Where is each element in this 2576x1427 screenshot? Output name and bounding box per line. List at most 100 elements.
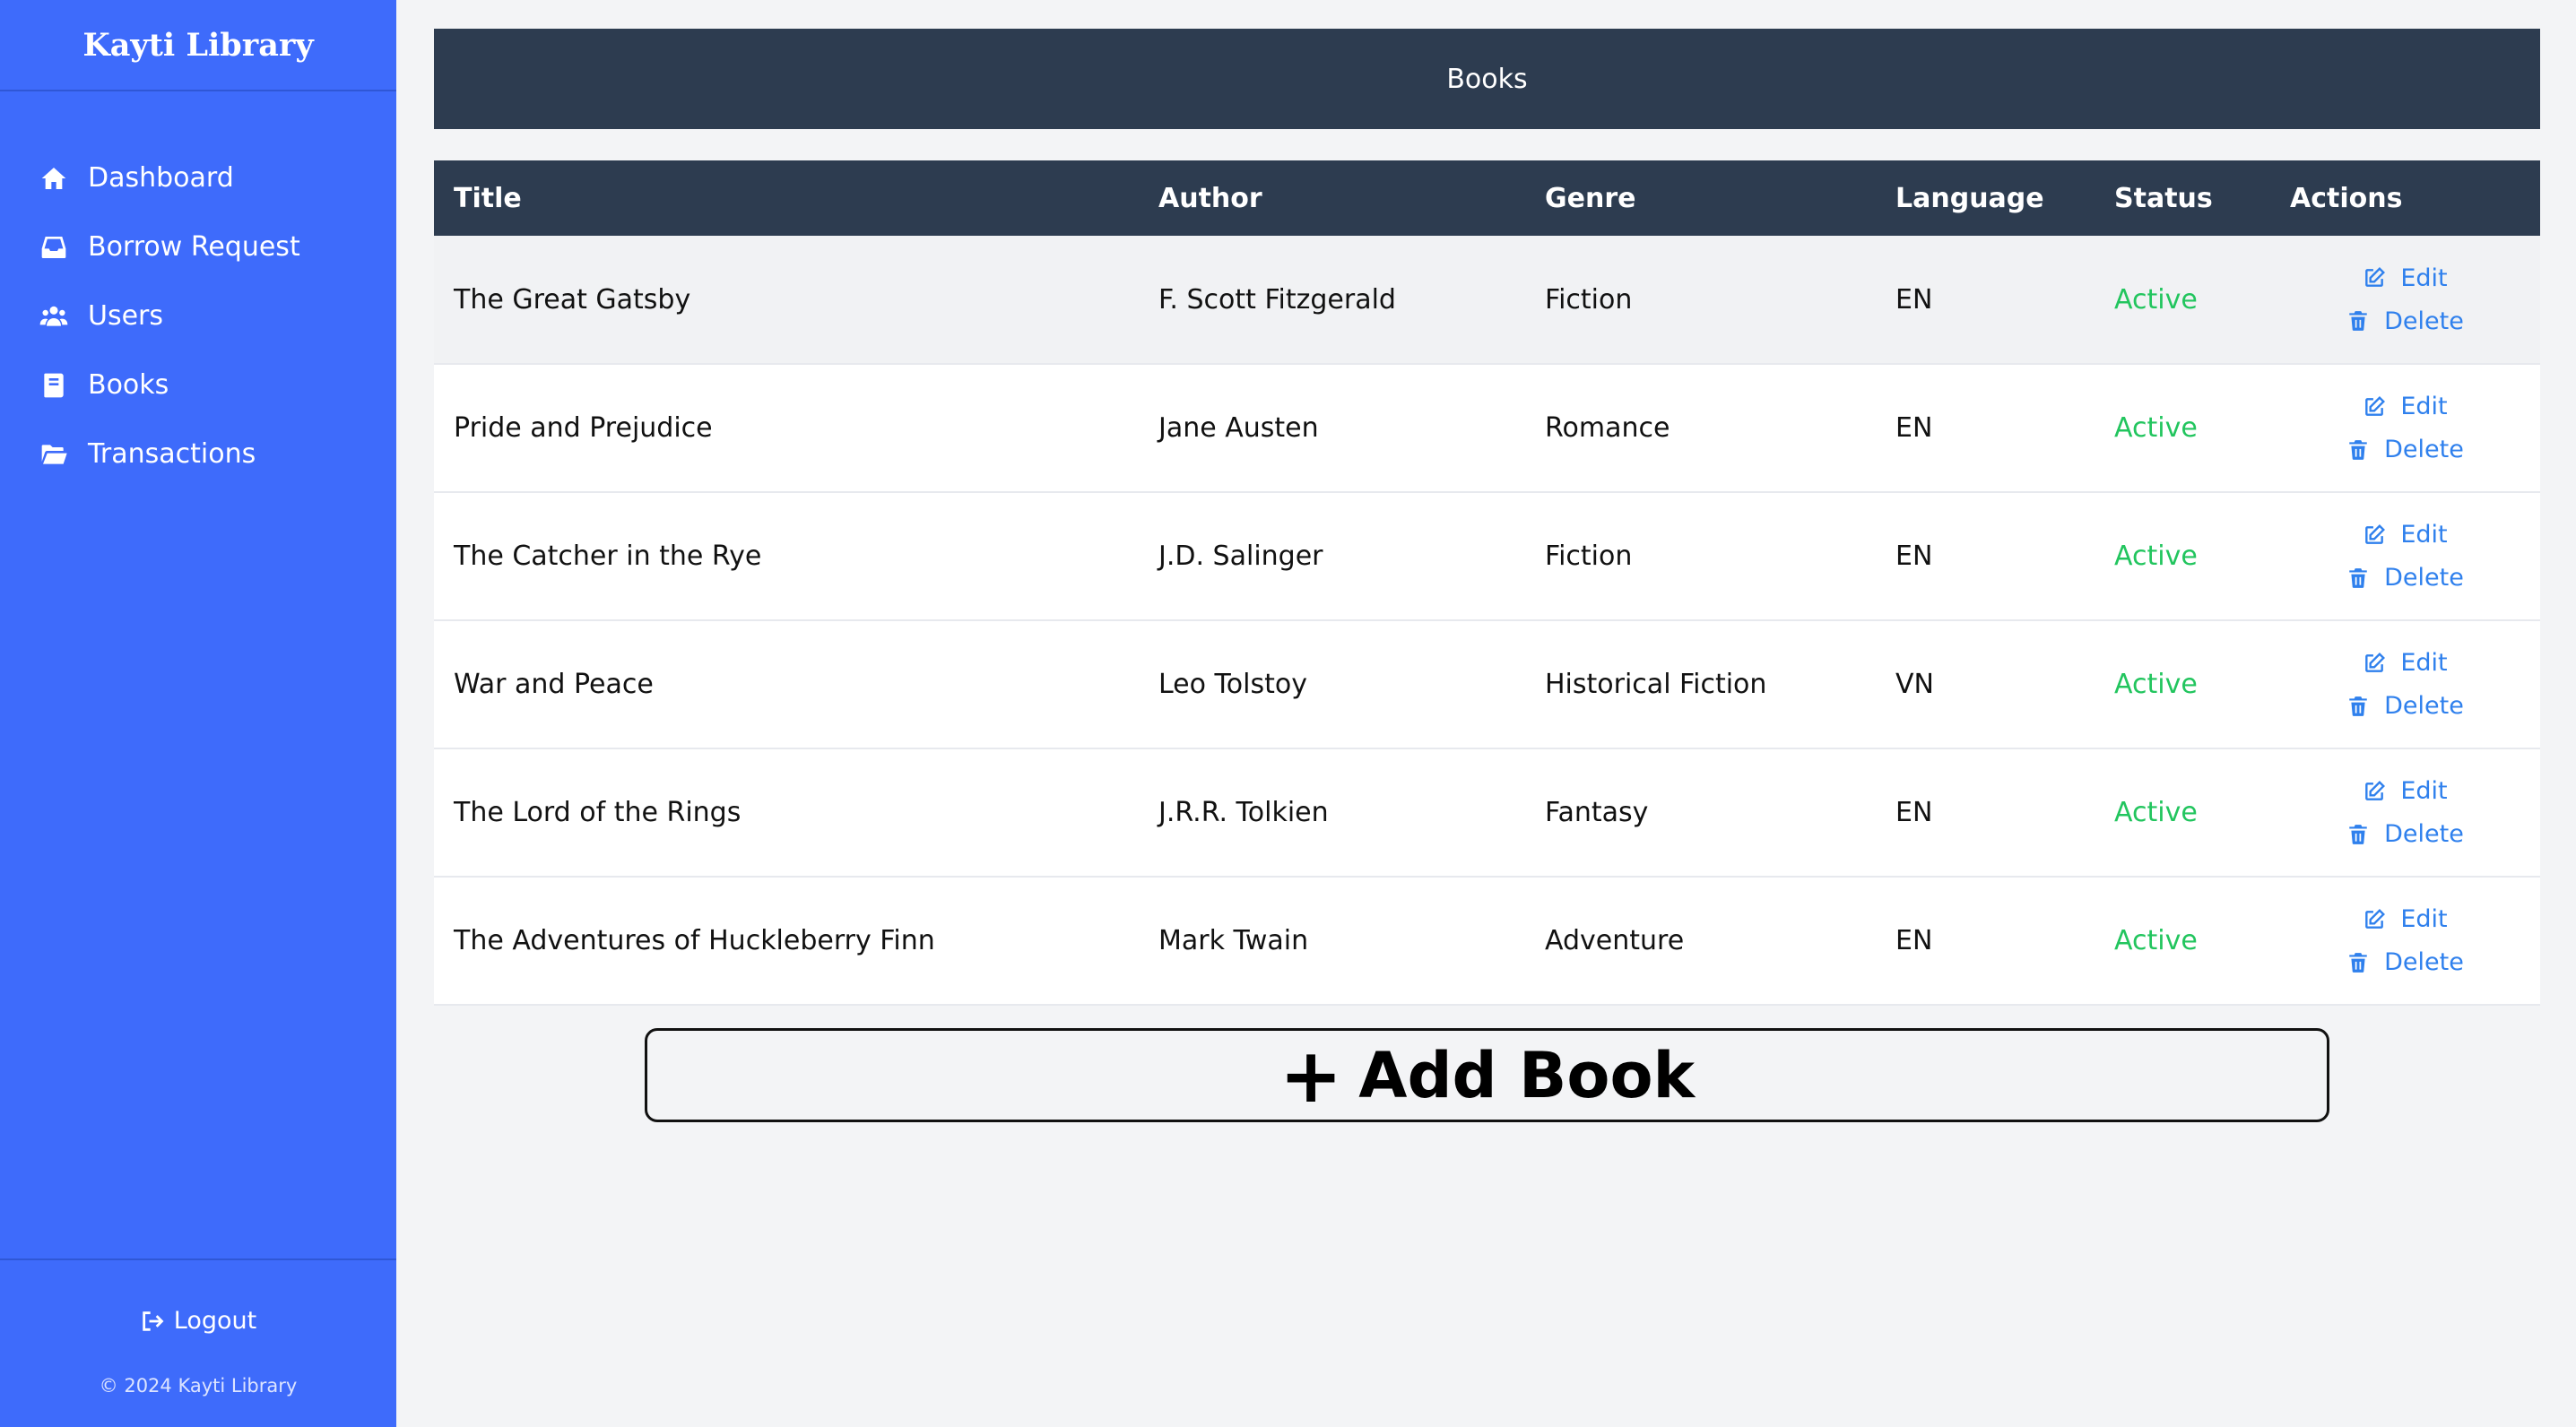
cell-title: War and Peace (454, 669, 654, 700)
sidebar-footer: Logout © 2024 Kayti Library (0, 1258, 396, 1427)
status-badge: Active (2114, 412, 2198, 444)
copyright-text: © 2024 Kayti Library (99, 1375, 298, 1397)
delete-button[interactable]: Delete (2270, 557, 2540, 600)
delete-label: Delete (2384, 948, 2464, 976)
cell-title: The Adventures of Huckleberry Finn (454, 925, 935, 956)
delete-button[interactable]: Delete (2270, 813, 2540, 856)
add-book-label: Add Book (1358, 1038, 1696, 1112)
edit-button[interactable]: Edit (2270, 256, 2540, 299)
inbox-icon (38, 231, 70, 264)
books-table-container: Title Author Genre Language Status Actio… (434, 160, 2540, 1006)
delete-label: Delete (2384, 307, 2464, 335)
cell-title: The Catcher in the Rye (454, 541, 762, 572)
cell-language: EN (1895, 412, 1933, 444)
delete-label: Delete (2384, 692, 2464, 720)
trash-icon (2346, 438, 2384, 462)
edit-label: Edit (2400, 777, 2448, 805)
users-icon (38, 300, 70, 333)
folder-open-icon (38, 438, 70, 471)
status-badge: Active (2114, 925, 2198, 956)
books-table: Title Author Genre Language Status Actio… (434, 160, 2540, 1006)
table-row: The Adventures of Huckleberry Finn Mark T… (434, 877, 2540, 1005)
sidebar-item-label: Dashboard (88, 162, 234, 194)
cell-actions: Edit Delete (2270, 877, 2540, 1005)
delete-button[interactable]: Delete (2270, 428, 2540, 471)
logout-button[interactable]: Logout (0, 1307, 396, 1335)
cell-language: EN (1895, 797, 1933, 828)
edit-button[interactable]: Edit (2270, 642, 2540, 685)
sidebar: Kayti Library Dashboard Borrow Request U… (0, 0, 396, 1427)
book-icon (38, 369, 70, 402)
cell-author: Mark Twain (1158, 925, 1309, 956)
add-book-button[interactable]: + Add Book (645, 1028, 2329, 1122)
edit-icon (2363, 266, 2400, 290)
edit-label: Edit (2400, 393, 2448, 420)
cell-language: VN (1895, 669, 1934, 700)
table-row: The Lord of the Rings J.R.R. Tolkien Fanta… (434, 748, 2540, 877)
trash-icon (2346, 566, 2384, 590)
sidebar-item-label: Transactions (88, 438, 256, 470)
sidebar-item-dashboard[interactable]: Dashboard (0, 143, 396, 212)
delete-button[interactable]: Delete (2270, 685, 2540, 728)
cell-author: Leo Tolstoy (1158, 669, 1307, 700)
cell-author: J.R.R. Tolkien (1158, 797, 1329, 828)
edit-label: Edit (2400, 905, 2448, 933)
status-badge: Active (2114, 797, 2198, 828)
edit-icon (2363, 523, 2400, 547)
plus-icon: + (1279, 1031, 1343, 1120)
table-row: The Great Gatsby F. Scott Fitzgerald Ficti… (434, 236, 2540, 364)
column-header-actions: Actions (2290, 182, 2403, 214)
edit-button[interactable]: Edit (2270, 514, 2540, 557)
column-header-genre: Genre (1545, 182, 1636, 214)
status-badge: Active (2114, 283, 2198, 316)
sidebar-item-label: Books (88, 369, 169, 401)
home-icon (38, 162, 70, 195)
edit-label: Edit (2400, 264, 2448, 292)
page-title: Books (1446, 63, 1528, 95)
cell-language: EN (1895, 283, 1933, 316)
cell-genre: Fiction (1545, 541, 1633, 572)
delete-button[interactable]: Delete (2270, 299, 2540, 342)
delete-label: Delete (2384, 564, 2464, 592)
sidebar-item-label: Users (88, 300, 164, 332)
cell-language: EN (1895, 541, 1933, 572)
status-badge: Active (2114, 541, 2198, 572)
trash-icon (2346, 951, 2384, 974)
column-header-status: Status (2114, 182, 2213, 214)
cell-genre: Adventure (1545, 925, 1685, 956)
cell-actions: Edit Delete (2270, 492, 2540, 620)
cell-title: The Great Gatsby (454, 283, 691, 316)
edit-label: Edit (2400, 649, 2448, 677)
cell-title: Pride and Prejudice (454, 412, 713, 444)
sidebar-item-borrow-request[interactable]: Borrow Request (0, 212, 396, 281)
sidebar-item-transactions[interactable]: Transactions (0, 419, 396, 489)
table-header-row: Title Author Genre Language Status Actio… (434, 160, 2540, 236)
edit-button[interactable]: Edit (2270, 770, 2540, 813)
trash-icon (2346, 823, 2384, 846)
trash-icon (2346, 309, 2384, 333)
edit-icon (2363, 780, 2400, 803)
edit-label: Edit (2400, 521, 2448, 549)
table-row: Pride and Prejudice Jane Austen Romance EN A… (434, 364, 2540, 492)
delete-label: Delete (2384, 436, 2464, 463)
sidebar-item-users[interactable]: Users (0, 281, 396, 350)
cell-actions: Edit Delete (2270, 364, 2540, 492)
delete-label: Delete (2384, 820, 2464, 848)
cell-author: F. Scott Fitzgerald (1158, 283, 1396, 316)
cell-actions: Edit Delete (2270, 748, 2540, 877)
delete-button[interactable]: Delete (2270, 941, 2540, 984)
cell-actions: Edit Delete (2270, 620, 2540, 748)
column-header-language: Language (1895, 182, 2044, 214)
sidebar-item-label: Borrow Request (88, 231, 300, 263)
brand-title: Kayti Library (0, 0, 396, 91)
column-header-author: Author (1158, 182, 1262, 214)
column-header-title: Title (454, 182, 522, 214)
cell-genre: Fiction (1545, 283, 1633, 316)
logout-icon (143, 1310, 164, 1331)
edit-icon (2363, 395, 2400, 419)
sidebar-item-books[interactable]: Books (0, 350, 396, 419)
table-row: War and Peace Leo Tolstoy Historical Ficti… (434, 620, 2540, 748)
page-header: Books (434, 29, 2540, 129)
edit-button[interactable]: Edit (2270, 385, 2540, 428)
edit-button[interactable]: Edit (2270, 898, 2540, 941)
